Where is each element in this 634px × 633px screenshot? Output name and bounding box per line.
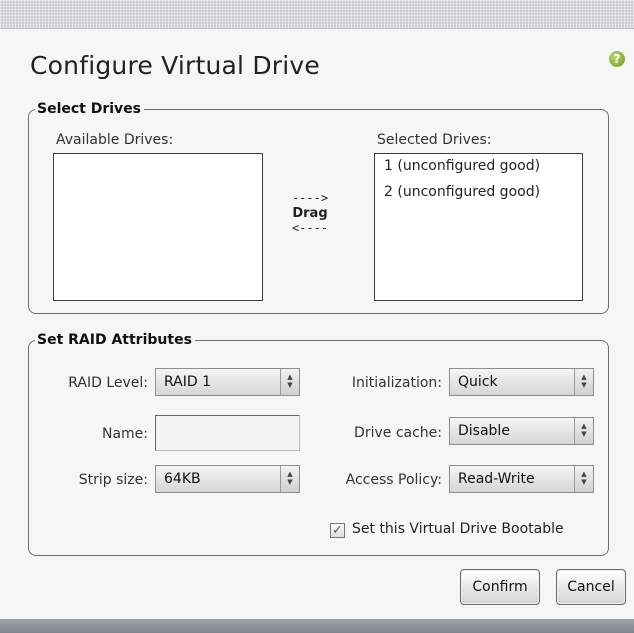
selected-drives-list[interactable]: 1 (unconfigured good) 2 (unconfigured go…: [374, 153, 583, 301]
available-drives-label: Available Drives:: [56, 132, 174, 148]
selected-drives-label: Selected Drives:: [377, 132, 492, 148]
bootable-label[interactable]: Set this Virtual Drive Bootable: [352, 521, 564, 537]
drag-arrow-right: ---->: [291, 191, 329, 205]
strip-size-label: Strip size:: [78, 472, 148, 488]
name-input[interactable]: [155, 415, 300, 451]
help-icon[interactable]: ?: [609, 51, 625, 67]
dialog-title: Configure Virtual Drive: [30, 51, 321, 80]
available-drives-list[interactable]: [53, 153, 263, 301]
drag-hint: ----> Drag <----: [279, 191, 341, 236]
access-policy-select[interactable]: Read-Write ▲ ▼: [449, 465, 594, 493]
initialization-label: Initialization:: [351, 375, 442, 391]
list-item[interactable]: 2 (unconfigured good): [375, 180, 582, 206]
strip-size-select[interactable]: 64KB ▲ ▼: [155, 465, 300, 493]
drive-cache-select[interactable]: Disable ▲ ▼: [449, 417, 594, 445]
window-footer: [0, 619, 634, 633]
spinner-arrows-icon[interactable]: ▲ ▼: [280, 466, 299, 492]
spinner-arrows-icon[interactable]: ▲ ▼: [280, 369, 299, 395]
select-drives-legend: Select Drives: [35, 101, 145, 117]
strip-size-value: 64KB: [164, 471, 201, 487]
drive-cache-label: Drive cache:: [354, 425, 442, 441]
bootable-checkbox[interactable]: ✓: [330, 523, 345, 538]
cancel-button[interactable]: Cancel: [556, 569, 626, 605]
window-titlebar[interactable]: [0, 0, 634, 29]
drive-cache-value: Disable: [458, 423, 510, 439]
initialization-value: Quick: [458, 374, 498, 390]
access-policy-value: Read-Write: [458, 471, 535, 487]
spinner-arrows-icon[interactable]: ▲ ▼: [574, 369, 593, 395]
drag-arrow-left: <----: [291, 221, 329, 235]
list-item[interactable]: 1 (unconfigured good): [375, 154, 582, 180]
initialization-select[interactable]: Quick ▲ ▼: [449, 368, 594, 396]
access-policy-label: Access Policy:: [345, 472, 442, 488]
spinner-arrows-icon[interactable]: ▲ ▼: [574, 418, 593, 444]
raid-level-label: RAID Level:: [68, 375, 148, 391]
drag-label: Drag: [292, 206, 328, 221]
raid-level-select[interactable]: RAID 1 ▲ ▼: [155, 368, 300, 396]
name-label: Name:: [101, 426, 148, 442]
confirm-button[interactable]: Confirm: [460, 569, 540, 605]
spinner-arrows-icon[interactable]: ▲ ▼: [574, 466, 593, 492]
check-icon: ✓: [332, 523, 343, 538]
raid-level-value: RAID 1: [164, 374, 212, 390]
configure-virtual-drive-dialog: Configure Virtual Drive ? Select Drives …: [0, 29, 634, 619]
raid-attributes-legend: Set RAID Attributes: [35, 332, 195, 348]
